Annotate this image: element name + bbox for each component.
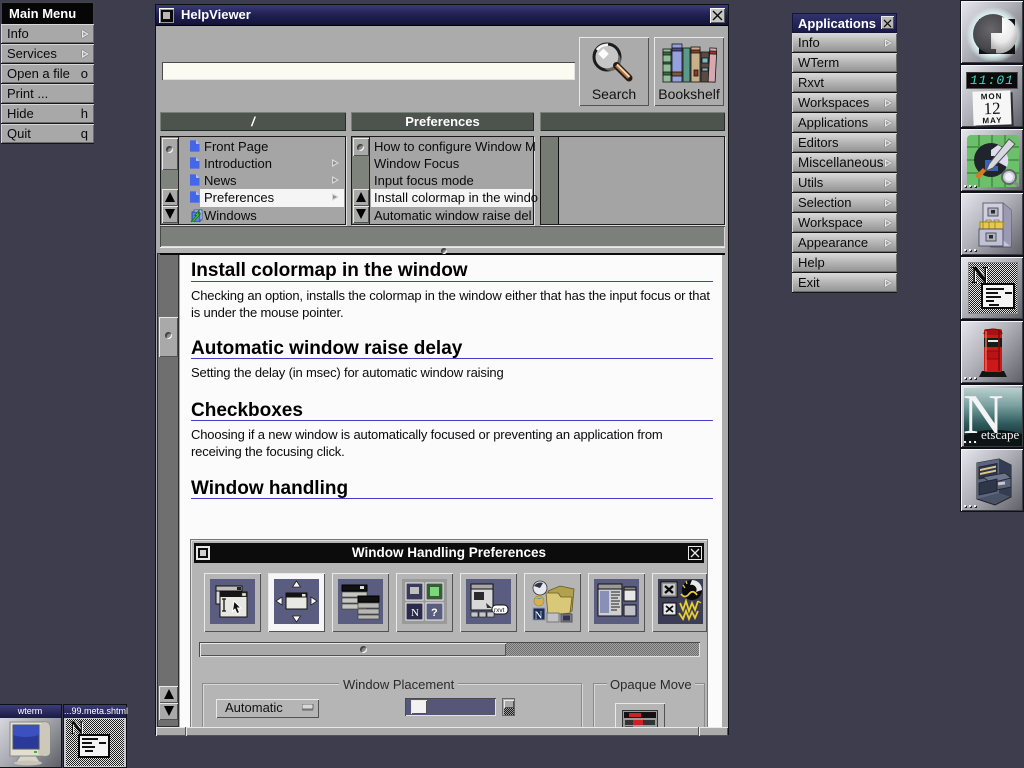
svg-text:N: N xyxy=(411,607,419,619)
svg-text:N: N xyxy=(535,610,543,622)
svg-text:?: ? xyxy=(431,607,438,619)
svg-text:etscape: etscape xyxy=(981,427,1019,442)
svg-text:rxvt: rxvt xyxy=(494,607,505,614)
